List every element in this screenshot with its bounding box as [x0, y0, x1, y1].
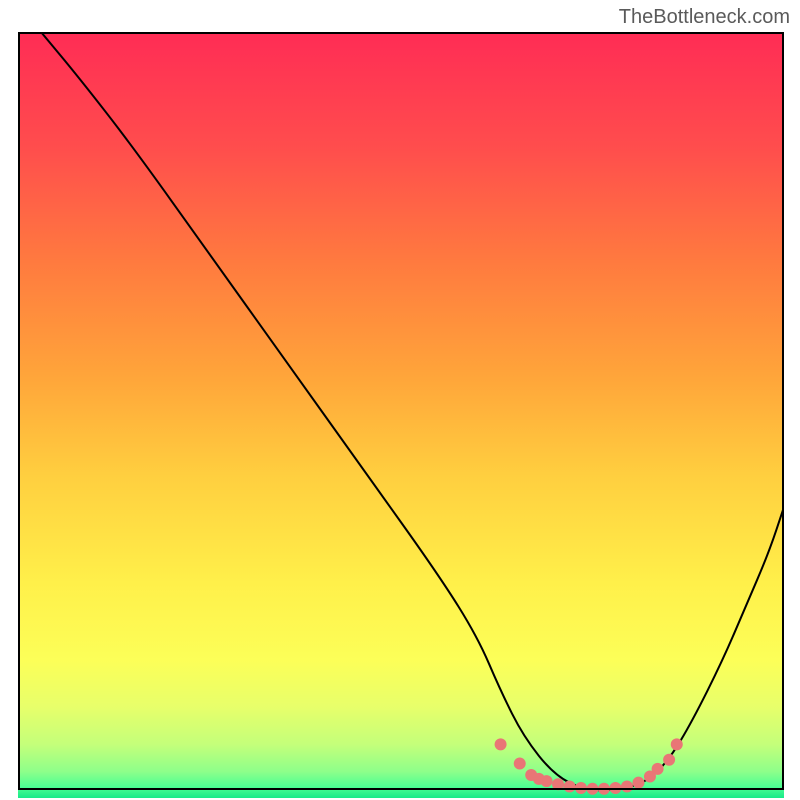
- highlight-dot: [621, 781, 633, 793]
- highlight-dot: [514, 758, 526, 770]
- highlight-dot: [564, 781, 576, 793]
- watermark-text: TheBottleneck.com: [619, 6, 790, 29]
- highlight-dot: [609, 782, 621, 794]
- highlight-dot: [671, 738, 683, 750]
- highlight-dot: [541, 775, 553, 787]
- highlight-dot: [663, 754, 675, 766]
- chart-container: TheBottleneck.com: [0, 0, 800, 800]
- highlight-dot: [652, 763, 664, 775]
- highlight-dot: [598, 783, 610, 795]
- highlight-dot: [552, 778, 564, 790]
- bottleneck-curve: [41, 32, 784, 790]
- highlight-dot: [587, 783, 599, 795]
- highlight-dot: [575, 782, 587, 794]
- highlight-dot: [632, 777, 644, 789]
- chart-curve: [18, 32, 784, 798]
- highlight-dot: [495, 738, 507, 750]
- plot-area: [18, 32, 784, 790]
